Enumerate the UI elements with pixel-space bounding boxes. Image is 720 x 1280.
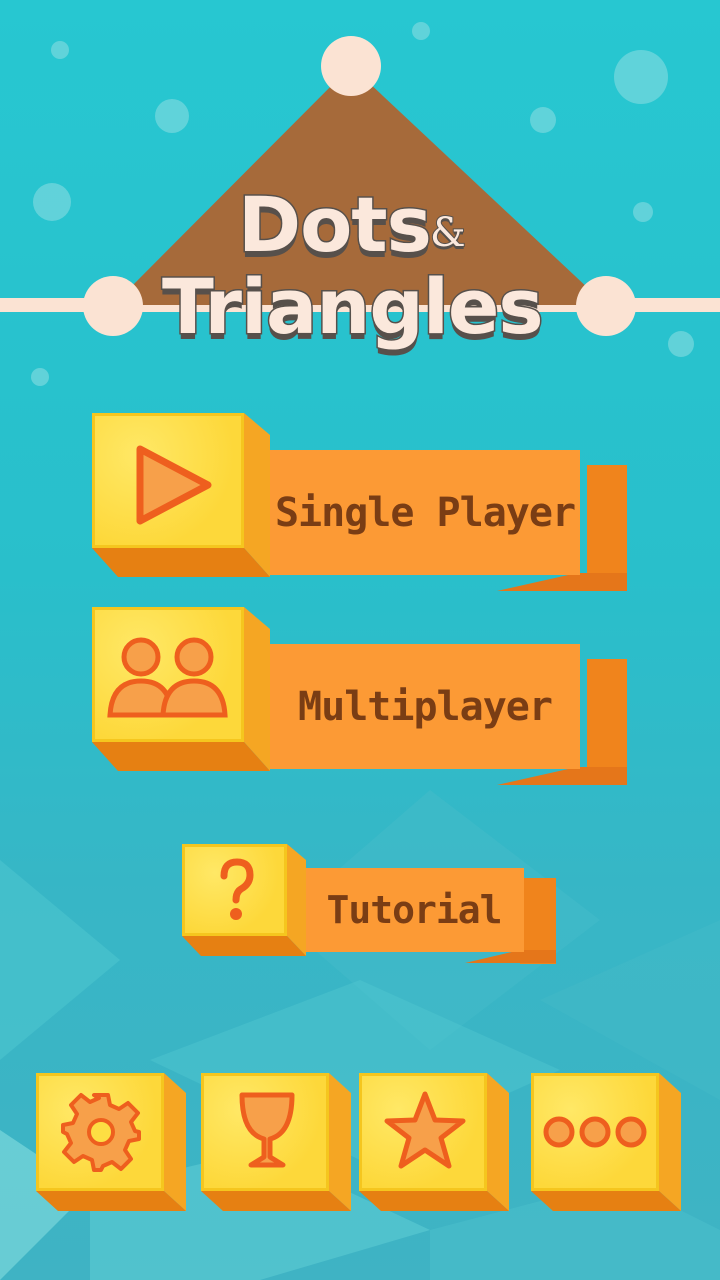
tutorial-button[interactable]: Tutorial [182, 844, 557, 964]
rate-button[interactable] [359, 1073, 511, 1213]
banner-fold [497, 573, 627, 591]
users-icon [107, 637, 228, 718]
trophy-cup-icon [239, 1092, 295, 1168]
single-player-label: Single Player [274, 489, 576, 536]
tutorial-banner[interactable]: Tutorial [304, 868, 524, 952]
banner-tail [587, 659, 627, 783]
title-ampersand: & [429, 209, 467, 257]
star-icon [384, 1091, 466, 1169]
settings-button[interactable] [36, 1073, 188, 1213]
tutorial-label: Tutorial [326, 888, 502, 932]
play-icon [136, 445, 212, 525]
multiplayer-button[interactable]: Multiplayer [92, 607, 627, 787]
single-player-banner[interactable]: Single Player [270, 450, 580, 575]
multiplayer-banner[interactable]: Multiplayer [270, 644, 580, 769]
achievements-button[interactable] [201, 1073, 353, 1213]
title-word-dots: Dots [237, 179, 434, 271]
banner-tail [587, 465, 627, 589]
more-dots-icon [543, 1116, 647, 1148]
question-mark-icon [220, 858, 254, 920]
gear-icon [61, 1093, 141, 1172]
banner-fold [465, 950, 556, 963]
title-word-triangles: Triangles [161, 261, 546, 353]
single-player-button[interactable]: Single Player [92, 413, 627, 593]
banner-fold [497, 767, 627, 785]
multiplayer-label: Multiplayer [298, 683, 553, 730]
more-button[interactable] [531, 1073, 683, 1213]
